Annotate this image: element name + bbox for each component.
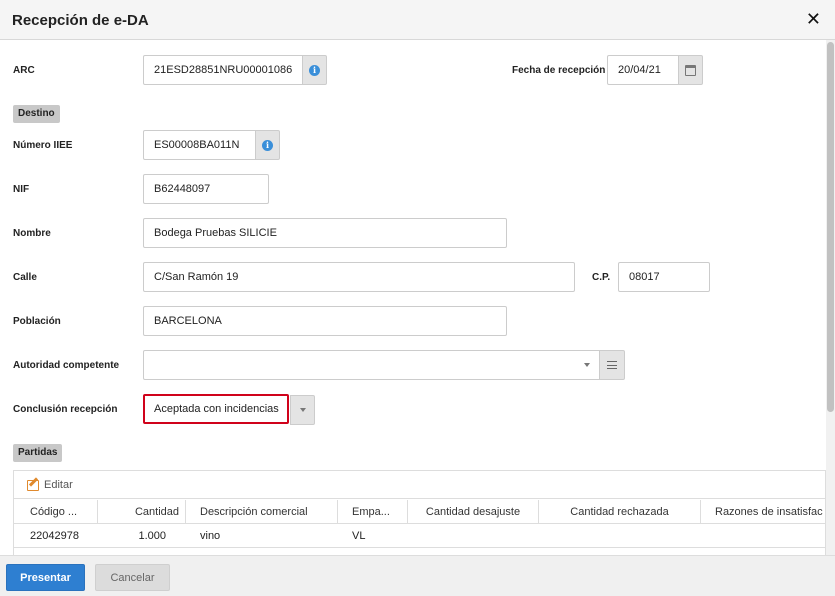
conclusion-select[interactable]: Aceptada con incidencias: [143, 394, 289, 424]
dialog-footer: Presentar Cancelar: [0, 555, 835, 596]
numero-iiee-label: Número IIEE: [13, 140, 73, 151]
autoridad-dropdown-button[interactable]: [574, 350, 600, 380]
cell-cantidad: 1.000: [138, 530, 166, 542]
column-header-empaque[interactable]: Empa...: [338, 500, 408, 524]
fecha-recepcion-label: Fecha de recepción: [512, 65, 606, 76]
arc-label: ARC: [13, 65, 35, 76]
grid-toolbar: Editar: [14, 471, 825, 499]
destino-section-badge: Destino: [13, 105, 60, 123]
scrollbar-thumb[interactable]: [827, 42, 834, 412]
autoridad-select[interactable]: [143, 350, 575, 380]
date-picker-button[interactable]: [678, 55, 703, 85]
column-header-descripcion[interactable]: Descripción comercial: [186, 500, 338, 524]
edit-button[interactable]: Editar: [27, 479, 73, 491]
dialog-content: ARC 21ESD28851NRU00001086 i Fecha de rec…: [0, 40, 826, 555]
nif-label: NIF: [13, 184, 30, 195]
column-header-desajuste[interactable]: Cantidad desajuste: [408, 500, 539, 524]
close-icon[interactable]: ✕: [806, 9, 821, 29]
cancelar-button[interactable]: Cancelar: [95, 564, 170, 591]
column-header-codigo[interactable]: Código ...: [14, 500, 98, 524]
dialog-header: Recepción de e-DA ✕: [0, 0, 835, 40]
arc-info-button[interactable]: i: [302, 55, 327, 85]
autoridad-list-button[interactable]: [599, 350, 625, 380]
cell-empaque: VL: [352, 530, 366, 542]
edit-button-label: Editar: [44, 479, 73, 491]
column-header-rechazada[interactable]: Cantidad rechazada: [539, 500, 701, 524]
poblacion-label: Población: [13, 316, 61, 327]
numero-iiee-input[interactable]: ES00008BA011N: [143, 130, 256, 160]
presentar-button[interactable]: Presentar: [6, 564, 85, 591]
partidas-section-badge: Partidas: [13, 444, 63, 462]
calle-input[interactable]: C/San Ramón 19: [143, 262, 575, 292]
cell-codigo: 22042978: [30, 530, 79, 542]
dialog-title: Recepción de e-DA: [12, 12, 149, 29]
cell-desajuste: [408, 524, 539, 548]
nombre-input[interactable]: Bodega Pruebas SILICIE: [143, 218, 507, 248]
table-row[interactable]: 22042978 1.000 vino VL: [14, 524, 825, 548]
numero-iiee-info-button[interactable]: i: [255, 130, 280, 160]
chevron-down-icon: [299, 408, 306, 412]
cell-rechazada: [539, 524, 701, 548]
nombre-label: Nombre: [13, 228, 51, 239]
chevron-down-icon: [583, 363, 590, 367]
arc-input[interactable]: 21ESD28851NRU00001086: [143, 55, 303, 85]
calle-label: Calle: [13, 272, 37, 283]
conclusion-dropdown-button[interactable]: [290, 395, 315, 425]
autoridad-label: Autoridad competente: [13, 360, 120, 371]
column-header-razones[interactable]: Razones de insatisfac: [701, 500, 825, 524]
cell-razones: [701, 524, 825, 548]
cp-label: C.P.: [592, 272, 611, 283]
fecha-recepcion-input[interactable]: 20/04/21: [607, 55, 679, 85]
grid-header: Código ... Cantidad Descripción comercia…: [14, 500, 825, 524]
pencil-icon: [27, 479, 39, 491]
cell-descripcion: vino: [200, 530, 221, 542]
partidas-grid: Editar Código ... Cantidad Descripción c…: [13, 470, 826, 555]
vertical-scrollbar[interactable]: [826, 40, 835, 555]
list-icon: [607, 361, 617, 369]
poblacion-input[interactable]: BARCELONA: [143, 306, 507, 336]
info-icon: i: [309, 64, 320, 76]
nif-input[interactable]: B62448097: [143, 174, 269, 204]
info-icon: i: [262, 139, 273, 151]
conclusion-label: Conclusión recepción: [13, 404, 118, 415]
cp-input[interactable]: 08017: [618, 262, 710, 292]
column-header-cantidad[interactable]: Cantidad: [98, 500, 186, 524]
calendar-icon: [685, 64, 696, 76]
